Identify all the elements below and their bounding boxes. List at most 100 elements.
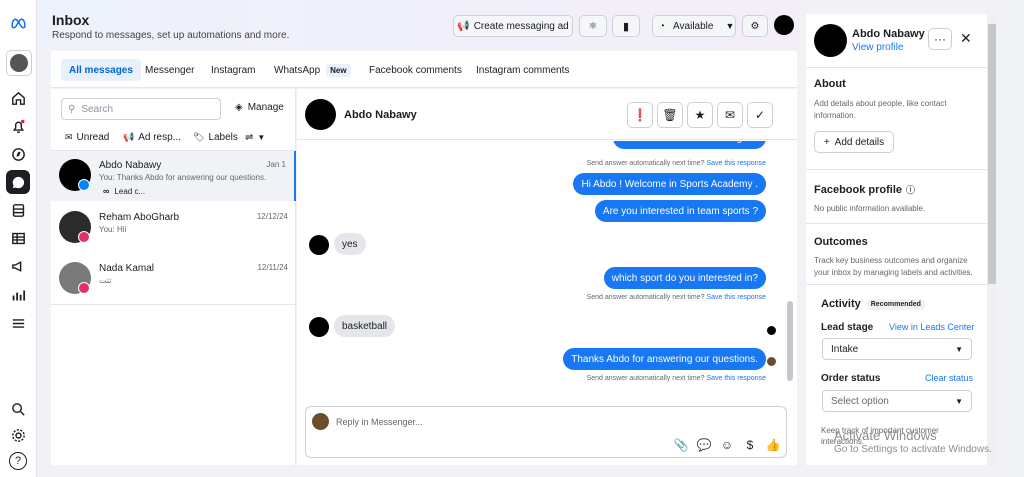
settings-button[interactable]: ⚙ [742,15,768,37]
clear-status-link[interactable]: Clear status [925,373,973,383]
tab-whatsapp[interactable]: WhatsApp New [266,59,359,81]
tab-messenger[interactable]: Messenger [137,59,202,81]
star-button[interactable]: ★ [687,102,713,128]
unread-filter[interactable]: ✉ Unread [65,129,109,145]
settings-gear-icon[interactable] [7,424,29,446]
left-nav: ? [0,0,37,477]
scrollbar-thumb[interactable] [988,24,996,284]
save-response-link[interactable]: Save this response [706,294,766,301]
conversation-item[interactable]: Abdo Nabawy Jan 1 You: Thanks Abdo for a… [51,151,296,201]
add-details-button[interactable]: + Add details [814,131,894,153]
contact-avatar [309,317,329,337]
chat-panel: Abdo Nabawy ❗ 🗑 ★ ✉ ✓ Thanks Abdo for co… [297,89,797,465]
labels-filter[interactable]: 🏷 Labels [193,129,238,145]
conversation-list: ⚲ Search ◈ Manage ✉ Unread 📢 Ad resp... … [51,89,296,465]
tab-instagram[interactable]: Instagram [203,59,263,81]
insights-icon[interactable] [7,284,29,306]
help-icon[interactable]: ? [9,452,27,470]
account-switcher[interactable] [6,50,32,76]
tab-instagram-comments[interactable]: Instagram comments [468,59,577,81]
tab-all-messages[interactable]: All messages [61,59,141,81]
contact-name: Reham AboGharb [99,212,180,223]
search-icon[interactable] [7,398,29,420]
meta-logo-icon: ∞ [103,186,110,196]
page-header: Inbox Respond to messages, set up automa… [37,0,800,50]
info-icon[interactable]: ⓘ [906,183,915,196]
more-options-button[interactable]: ··· [928,28,952,50]
insights-button[interactable]: ▮ [612,15,640,37]
availability-dropdown[interactable]: ◔ Available ▼ [652,15,736,37]
ad-responses-filter[interactable]: 📢 Ad resp... [123,129,181,145]
lead-stage-select[interactable]: Intake ▼ [822,338,972,360]
conversation-date: Jan 1 [266,160,286,169]
mark-unread-button[interactable]: ✉ [717,102,743,128]
atom-icon: ⚛ [588,20,598,32]
order-status-select[interactable]: Select option ▼ [822,390,972,412]
home-icon[interactable] [7,87,29,109]
auto-response-note: Send answer automatically next time? Sav… [587,375,766,382]
save-response-link[interactable]: Save this response [706,375,766,382]
outgoing-message: which sport do you interested in? [603,267,766,289]
chevron-down-icon: ▼ [257,132,266,142]
view-profile-link[interactable]: View profile [852,42,904,53]
filter-settings-button[interactable]: ⇌ ▼ [245,129,265,145]
activity-heading: Activity Recommended [821,298,925,310]
delete-button[interactable]: 🗑 [657,102,683,128]
mark-done-button[interactable]: ✓ [747,102,773,128]
conversation-item[interactable]: Reham AboGharb 12/12/24 You: Hii [51,203,296,253]
divider [51,304,296,305]
auto-response-note: Send answer automatically next time? Sav… [587,294,766,301]
compass-icon[interactable] [7,143,29,165]
inbox-chat-icon[interactable] [6,170,30,194]
save-response-link[interactable]: Save this response [706,160,766,167]
add-details-label: Add details [834,136,885,148]
atom-button[interactable]: ⚛ [579,15,607,37]
close-icon[interactable]: ✕ [960,30,972,47]
thumbs-up-icon[interactable]: 👍 [766,438,781,452]
contact-avatar[interactable] [305,99,336,130]
saved-replies-icon[interactable]: 💬 [697,438,712,452]
user-avatar[interactable] [774,15,794,35]
contact-avatar [814,24,847,57]
alert-icon: ❗ [632,108,648,122]
gear-icon: ⚙ [750,20,760,32]
attachment-icon[interactable]: 📎 [674,438,689,452]
availability-label: Available [673,20,714,32]
tab-facebook-comments[interactable]: Facebook comments [361,59,470,81]
mark-spam-button[interactable]: ❗ [627,102,653,128]
message-preview: You: Hii [99,225,127,234]
manage-label: Manage [247,102,284,113]
envelope-icon: ✉ [724,108,736,122]
tab-whatsapp-label: WhatsApp [274,64,321,76]
seen-indicator [767,326,776,335]
details-scrollbar[interactable] [987,14,997,465]
megaphone-icon[interactable] [7,255,29,277]
outcomes-text: Track key business outcomes and organize… [814,256,973,277]
payment-icon[interactable]: $ [743,438,757,452]
manage-button[interactable]: ◈ Manage [235,102,284,113]
menu-icon[interactable] [7,312,29,334]
pages-icon[interactable] [7,199,29,221]
megaphone-icon: 📢 [123,131,135,142]
sender-avatar [312,413,329,430]
lead-stage-value: Intake [831,343,859,355]
auto-note-text: Send answer automatically next time? [586,375,705,382]
table-icon[interactable] [7,227,29,249]
create-messaging-ad-button[interactable]: 📢 Create messaging ad [453,15,573,37]
auto-note-text: Send answer automatically next time? [586,160,705,167]
inbox-tabs: All messages Messenger Instagram WhatsAp… [51,51,797,88]
scrollbar-thumb[interactable] [787,301,793,381]
search-input[interactable]: ⚲ Search [61,98,221,120]
reply-input[interactable]: Reply in Messenger... [336,417,423,427]
outcomes-heading: Outcomes [814,236,868,248]
meta-logo-icon[interactable] [7,12,29,34]
reply-box[interactable]: Reply in Messenger... 📎 💬 ☺ $ 👍 [305,406,787,458]
chat-scrollbar[interactable] [786,141,794,391]
emoji-icon[interactable]: ☺ [720,438,734,452]
activate-windows-title: Activate Windows [834,428,937,443]
leads-center-link[interactable]: View in Leads Center [889,322,974,332]
chevron-down-icon: ▼ [725,21,735,31]
conversation-item[interactable]: Nada Kamal 12/11/24 تتت [51,254,296,304]
notifications-bell-icon[interactable] [7,115,29,137]
bar-chart-icon: ▮ [622,20,630,33]
